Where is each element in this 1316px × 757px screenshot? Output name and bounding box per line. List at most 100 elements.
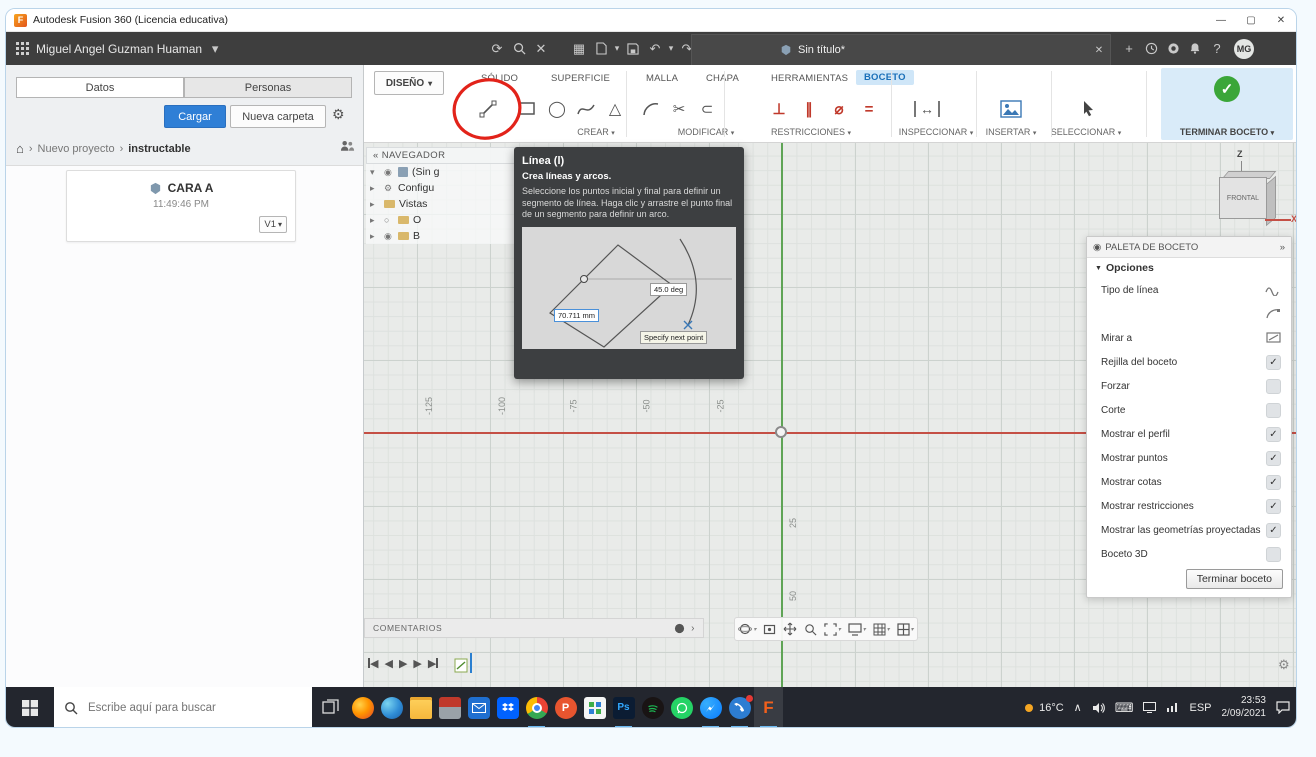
tree-item-origin[interactable]: ▸ ○ O [366, 212, 518, 228]
checkbox-dimensions[interactable]: ✓ [1266, 474, 1281, 490]
eye-icon[interactable]: ◉ [384, 167, 394, 178]
tab-datos[interactable]: Datos [16, 77, 184, 98]
tree-item-settings[interactable]: ▸ ⚙ Configu [366, 180, 518, 196]
mail-icon[interactable] [464, 687, 493, 727]
tree-closed-icon[interactable]: ▸ [370, 199, 380, 210]
checkbox-3d-sketch[interactable] [1266, 546, 1281, 562]
p-badge-app-icon[interactable]: P [551, 687, 580, 727]
checkbox-snap[interactable] [1266, 378, 1281, 394]
tab-chapa[interactable]: CHAPA [706, 73, 739, 84]
comments-bar[interactable]: COMENTARIOS › [364, 618, 704, 638]
group-insertar[interactable]: INSERTAR ▾ [986, 127, 1037, 137]
palette-header[interactable]: ◉ PALETA DE BOCETO » [1087, 237, 1291, 258]
notifications-bell-icon[interactable] [1184, 32, 1206, 65]
calls-app-icon[interactable] [725, 687, 754, 727]
design-dropdown[interactable]: DISEÑO ▾ [374, 71, 444, 95]
tree-closed-icon[interactable]: ▸ [370, 183, 380, 194]
look-at-view-icon[interactable] [763, 623, 776, 636]
timeline-sketch-feature[interactable] [454, 653, 473, 673]
checkbox-projected[interactable]: ✓ [1266, 522, 1281, 538]
linetype-icon[interactable] [1265, 284, 1281, 296]
view-cube[interactable]: Z FRONTAL X [1191, 149, 1296, 244]
data-settings-gear-icon[interactable]: ⚙ [332, 106, 345, 123]
constraint-equal-icon[interactable]: = [852, 91, 886, 127]
taskbar-search[interactable] [54, 687, 312, 727]
checkbox-slice[interactable] [1266, 402, 1281, 418]
minimize-button[interactable]: — [1206, 9, 1236, 31]
weather-widget[interactable]: 16°C [1023, 702, 1064, 714]
pan-icon[interactable] [783, 622, 797, 636]
undo-icon[interactable]: ↶ [644, 32, 666, 65]
taskbar-search-input[interactable] [86, 700, 290, 715]
tree-closed-icon[interactable]: ▸ [370, 231, 380, 242]
checkbox-constraints[interactable]: ✓ [1266, 498, 1281, 514]
constraint-horizontal-vertical-icon[interactable]: ⊥ [762, 91, 796, 127]
select-cursor-icon[interactable] [1072, 91, 1106, 127]
line-tool-icon[interactable] [471, 91, 505, 127]
network-icon[interactable] [1166, 702, 1179, 713]
tab-solido[interactable]: SÓLIDO [481, 73, 518, 84]
job-status-grid-icon[interactable] [16, 42, 29, 55]
zoom-icon[interactable] [804, 623, 817, 636]
tab-superficie[interactable]: SUPERFICIE [551, 73, 610, 84]
chrome-icon[interactable] [522, 687, 551, 727]
save-icon[interactable] [622, 32, 644, 65]
section-caret-icon[interactable]: ▼ [1095, 265, 1102, 272]
finish-sketch-check-icon[interactable]: ✓ [1214, 76, 1240, 102]
timeline-step-forward-button[interactable]: ▶ [413, 657, 421, 670]
orbit-icon[interactable]: ▾ [738, 622, 756, 636]
task-view-button[interactable] [312, 687, 348, 727]
group-inspeccionar[interactable]: INSPECCIONAR ▾ [899, 127, 974, 137]
tab-herramientas[interactable]: HERRAMIENTAS [771, 73, 848, 84]
file-explorer-icon[interactable] [406, 687, 435, 727]
timeline-settings-gear-icon[interactable]: ⚙ [1278, 657, 1290, 673]
show-data-panel-icon[interactable]: ▦ [568, 32, 590, 65]
new-tab-icon[interactable]: + [1118, 32, 1140, 65]
version-dropdown[interactable]: V1 ▾ [259, 216, 287, 233]
help-icon[interactable]: ? [1206, 32, 1228, 65]
tree-item-views[interactable]: ▸ Vistas [366, 196, 518, 212]
timeline-step-back-button[interactable]: ◀ [384, 657, 392, 670]
display-settings-icon[interactable]: ▾ [848, 622, 866, 636]
job-status-clock-icon[interactable] [1140, 32, 1162, 65]
eye-icon[interactable]: ◉ [384, 231, 394, 242]
sketch-dimension-icon[interactable]: ↔ [914, 101, 940, 117]
user-avatar[interactable]: MG [1234, 38, 1254, 59]
rectangle-tool-icon[interactable] [510, 91, 544, 127]
origin-point[interactable] [775, 426, 787, 438]
close-panel-icon[interactable]: ✕ [530, 32, 552, 65]
checkbox-profile[interactable]: ✓ [1266, 426, 1281, 442]
file-menu-caret-icon[interactable]: ▾ [612, 32, 622, 65]
search-icon[interactable] [508, 32, 530, 65]
group-crear[interactable]: CREAR ▾ [577, 127, 615, 137]
timeline-marker[interactable] [470, 653, 473, 673]
palette-section-options[interactable]: ▼ Opciones [1087, 258, 1291, 278]
dropbox-icon[interactable] [493, 687, 522, 727]
offset-tool-icon[interactable]: ⊂ [690, 91, 724, 127]
constraint-tangent-icon[interactable]: ⌀ [822, 91, 856, 127]
home-icon[interactable]: ⌂ [16, 141, 24, 156]
messenger-icon[interactable] [696, 687, 725, 727]
grid-snaps-icon[interactable]: ▾ [873, 623, 890, 636]
insert-image-icon[interactable] [994, 91, 1028, 127]
tab-boceto[interactable]: BOCETO [856, 70, 914, 85]
comments-expand-icon[interactable]: › [691, 623, 695, 634]
group-restricciones[interactable]: RESTRICCIONES ▾ [771, 127, 851, 137]
viewports-icon[interactable]: ▾ [896, 622, 914, 636]
tree-closed-icon[interactable]: ▸ [370, 215, 380, 226]
close-button[interactable]: ✕ [1266, 9, 1296, 31]
firefox-icon[interactable] [348, 687, 377, 727]
fusion-360-icon[interactable]: F [754, 687, 783, 727]
photoshop-icon[interactable]: Ps [609, 687, 638, 727]
tree-open-icon[interactable]: ▾ [370, 167, 380, 178]
group-seleccionar[interactable]: SELECCIONAR ▾ [1051, 127, 1122, 137]
action-center-icon[interactable] [1276, 701, 1290, 714]
checkbox-points[interactable]: ✓ [1266, 450, 1281, 466]
constraint-parallel-icon[interactable]: ∥ [792, 91, 826, 127]
language-indicator[interactable]: ESP [1189, 702, 1211, 714]
extensions-icon[interactable] [1162, 32, 1184, 65]
hidden-icons-chevron[interactable]: ∧ [1074, 701, 1082, 714]
fit-icon[interactable]: ▾ [824, 622, 841, 636]
finish-sketch-button[interactable]: Terminar boceto [1185, 569, 1283, 589]
breadcrumb-project[interactable]: Nuevo proyecto [38, 143, 115, 155]
